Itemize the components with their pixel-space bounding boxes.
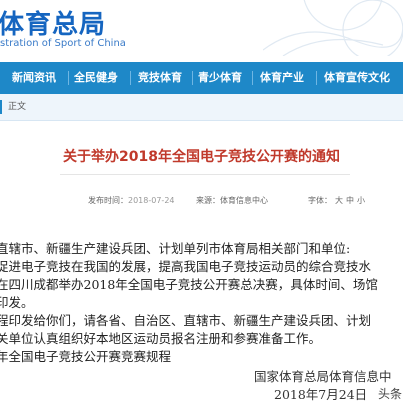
font-size-small[interactable]: 小 [357,196,365,205]
font-size-medium[interactable]: 中 [346,196,354,205]
nav-divider [130,71,131,85]
article-title: 关于举办2018年全国电子竞技公开赛的通知 [63,149,340,165]
article-line: 在四川成都举办2018年全国电子竞技公开赛总决赛，具体时间、场馆 [0,277,378,292]
nav-item-fitness[interactable]: 全民健身 [74,62,118,94]
article-source: 来源：体育信息中心 [196,195,268,206]
nav-item-youth[interactable]: 青少体育 [198,62,242,94]
article-signature: 国家体育总局体育信息中 [254,369,392,384]
watermark: 头条 [378,387,403,401]
font-size-label: 字体： [308,196,332,205]
header-decoration [263,0,403,56]
article-line: 直辖市、新疆生产建设兵团、计划单列市体育局相关部门和单位: [0,241,351,256]
publish-date-value: 2018-07-24 [128,196,175,205]
breadcrumb-marker [0,100,2,114]
breadcrumb-current: 正文 [8,102,27,112]
site-logo-subtitle: stration of Sport of China [0,38,126,49]
publish-date-label: 发布时间： [88,196,128,205]
nav-item-news[interactable]: 新闻资讯 [12,62,56,94]
article-date: 2018年7月24日 [274,387,368,402]
nav-item-industry[interactable]: 体育产业 [260,62,304,94]
article-line: 关单位认真组织好本地区运动员报名注册和参赛准备工作。 [0,331,322,346]
site-logo-text[interactable]: 体育总局 [0,4,106,41]
breadcrumb: 正文 [0,94,403,121]
nav-divider [192,71,193,85]
nav-item-competitive[interactable]: 竞技体育 [138,62,182,94]
nav-divider [316,71,317,85]
nav-divider [252,71,253,85]
nav-item-culture[interactable]: 体育宣传文化 [324,62,390,94]
site-header: 体育总局 stration of Sport of China [0,0,403,56]
article-line: 程印发给你们，请各省、自治区、直辖市、新疆生产建设兵团、计划 [0,313,372,328]
nav-divider [68,71,69,85]
font-size-switcher: 字体：大中小 [308,195,365,206]
article-line: 促进电子竞技在我国的发展，提高我国电子竞技运动员的综合竞技水 [0,259,372,274]
font-size-large[interactable]: 大 [335,196,343,205]
main-nav: 新闻资讯 全民健身 竞技体育 青少体育 体育产业 体育宣传文化 [0,62,403,94]
publish-date: 发布时间：2018-07-24 [88,195,175,206]
source-value: 体育信息中心 [220,196,268,205]
source-label: 来源： [196,196,220,205]
article-line: 印发。 [0,295,34,310]
attachment-line[interactable]: 年全国电子竞技公开赛竞赛规程 [0,346,171,365]
title-divider [60,174,350,175]
